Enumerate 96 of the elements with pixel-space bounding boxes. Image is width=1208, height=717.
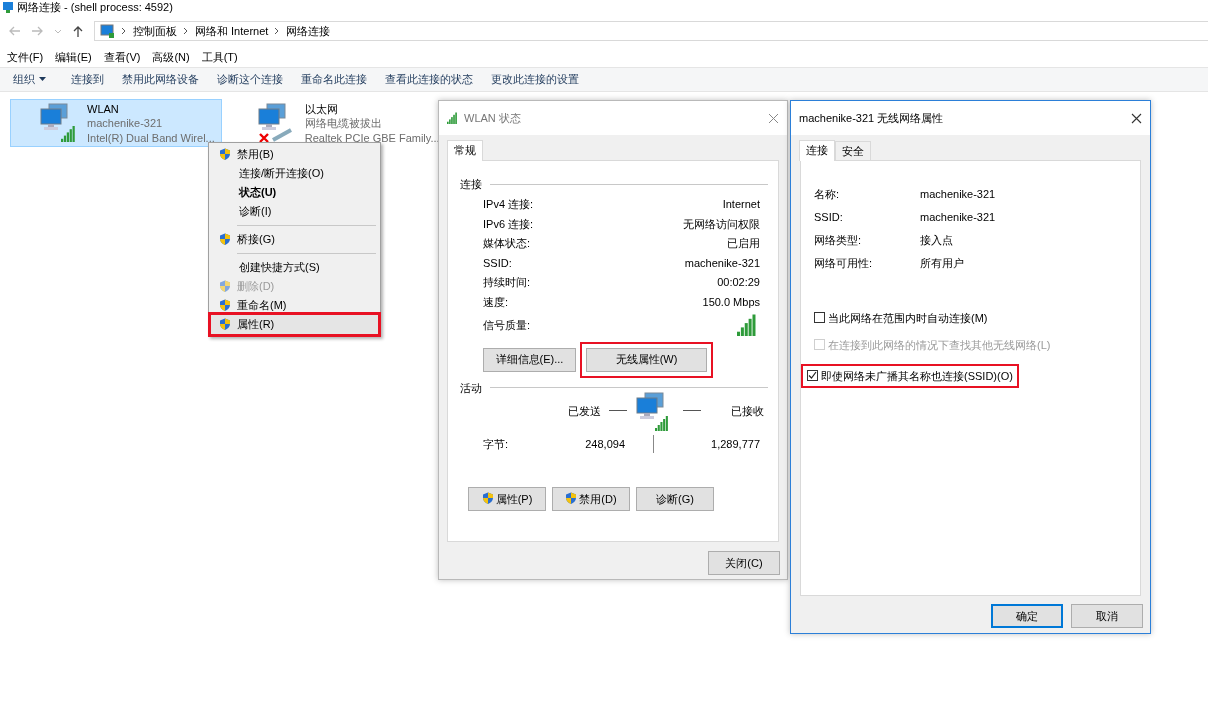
toolbar-button[interactable]: 重命名此连接 <box>292 72 376 87</box>
menu-item[interactable]: 文件(F) <box>7 50 44 62</box>
tab[interactable]: 安全 <box>835 141 871 161</box>
shield-icon <box>219 233 231 246</box>
menu-item[interactable]: 重命名(M) <box>211 296 378 315</box>
button[interactable]: 取消 <box>1071 604 1143 629</box>
field-label: 媒体状态: <box>483 236 531 251</box>
field-label: 持续时间: <box>483 275 531 290</box>
chevron-icon <box>274 27 281 35</box>
field-label: SSID: <box>814 210 844 226</box>
field-label: IPv4 连接: <box>483 197 534 212</box>
up-icon[interactable] <box>72 24 84 38</box>
checkbox[interactable]: 即使网络未广播其名称也连接(SSID)(O) <box>807 368 1013 383</box>
field-label: SSID: <box>483 255 512 270</box>
adapter-name: 以太网 <box>304 102 339 117</box>
field-value: Internet <box>722 197 760 212</box>
section-heading: 活动 <box>460 380 482 395</box>
field-value: 已启用 <box>727 236 760 251</box>
field-value: 所有用户 <box>920 256 964 272</box>
sent-label: 已发送 <box>568 403 601 419</box>
field-label: 网络类型: <box>814 233 863 249</box>
adapter-device: Realtek PCIe GBE Family... <box>304 130 440 145</box>
menu-item[interactable]: 诊断(I) <box>211 202 378 221</box>
dialog-title: machenike-321 无线网络属性 <box>799 110 945 126</box>
dialog-title: WLAN 状态 <box>464 110 522 126</box>
adapter-tile[interactable]: 以太网 网络电缆被拔出 Realtek PCIe GBE Family... <box>227 99 447 147</box>
toolbar-button[interactable]: 查看此连接的状态 <box>376 72 482 87</box>
checkbox: 在连接到此网络的情况下查找其他无线网络(L) <box>814 337 1051 352</box>
adapter-device: Intel(R) Dual Band Wirel... <box>87 130 215 145</box>
signal-icon <box>447 112 460 124</box>
close-icon[interactable] <box>1131 112 1142 124</box>
forward-icon[interactable] <box>31 25 44 37</box>
breadcrumb-item[interactable]: 控制面板 <box>133 23 177 39</box>
caret-icon <box>39 77 46 82</box>
button[interactable]: 详细信息(E)... <box>483 347 576 372</box>
button[interactable]: 诊断(G) <box>636 486 714 511</box>
field-label: 名称: <box>814 187 841 203</box>
field-value: 接入点 <box>920 233 953 249</box>
menu-item[interactable]: 高级(N) <box>152 50 190 62</box>
field-label: 速度: <box>483 294 509 309</box>
button[interactable]: 禁用(D) <box>552 486 630 511</box>
caret-icon[interactable] <box>54 27 62 35</box>
checkbox[interactable]: 当此网络在范围内时自动连接(M) <box>814 310 988 325</box>
toolbar-button[interactable]: 连接到 <box>62 72 113 87</box>
shield-icon <box>219 299 231 312</box>
field-value: 150.0 Mbps <box>702 294 760 309</box>
button[interactable]: 确定 <box>991 604 1063 629</box>
shield-icon <box>565 492 578 506</box>
field-value: machenike-321 <box>920 210 996 226</box>
adapter-name: WLAN <box>87 102 120 117</box>
field-label: 网络可用性: <box>814 256 874 272</box>
adapter-status: 网络电缆被拔出 <box>304 116 383 131</box>
back-icon[interactable] <box>8 25 21 37</box>
tab[interactable]: 常规 <box>447 140 483 162</box>
network-icon <box>2 1 14 13</box>
toolbar-button[interactable]: 更改此连接的设置 <box>482 72 588 87</box>
chevron-icon <box>121 27 127 35</box>
menu-item[interactable]: 状态(U) <box>211 183 378 202</box>
field-label: IPv6 连接: <box>483 216 534 231</box>
received-label: 已接收 <box>731 403 764 419</box>
menu-item[interactable]: 工具(T) <box>201 50 238 62</box>
tab[interactable]: 连接 <box>799 140 835 162</box>
chevron-icon <box>183 27 189 35</box>
menu-item[interactable]: 查看(V) <box>103 50 141 62</box>
menu-item[interactable]: 连接/断开连接(O) <box>211 164 378 183</box>
field-value: machenike-321 <box>920 187 996 203</box>
field-label: 信号质量: <box>483 318 531 333</box>
breadcrumb-item[interactable]: 网络和 Internet <box>195 23 269 39</box>
shield-icon <box>219 148 231 161</box>
field-value: machenike-321 <box>684 255 760 270</box>
window-title: 网络连接 - (shell process: 4592) <box>17 0 173 15</box>
bytes-sent: 248,094 <box>584 436 625 452</box>
toolbar-button[interactable]: 组织 <box>4 72 62 87</box>
breadcrumb-item[interactable]: 网络连接 <box>286 23 331 39</box>
adapter-status: machenike-321 <box>87 116 164 131</box>
bytes-received: 1,289,777 <box>710 436 760 452</box>
bytes-label: 字节: <box>483 436 510 452</box>
menu-item[interactable]: 桥接(G) <box>211 230 378 249</box>
button[interactable]: 属性(P) <box>468 486 546 511</box>
field-value: 无网络访问权限 <box>683 216 760 231</box>
shield-icon <box>219 318 231 331</box>
menu-item[interactable]: 禁用(B) <box>211 145 378 164</box>
button[interactable]: 无线属性(W) <box>586 347 707 372</box>
toolbar-button[interactable]: 诊断这个连接 <box>208 72 292 87</box>
menu-item[interactable]: 编辑(E) <box>55 50 92 62</box>
control-panel-icon <box>99 23 115 39</box>
section-heading: 连接 <box>460 177 482 192</box>
menu-item[interactable]: 创建快捷方式(S) <box>211 258 378 277</box>
field-value: 00:02:29 <box>717 275 760 290</box>
adapter-tile[interactable]: WLAN machenike-321 Intel(R) Dual Band Wirel... <box>10 99 222 147</box>
toolbar-button[interactable]: 禁用此网络设备 <box>113 72 208 87</box>
shield-icon <box>481 492 494 506</box>
menu-item[interactable]: 属性(R) <box>211 315 378 334</box>
checkmark-icon <box>808 371 817 381</box>
shield-icon <box>219 280 231 293</box>
close-button[interactable]: 关闭(C) <box>708 551 780 576</box>
